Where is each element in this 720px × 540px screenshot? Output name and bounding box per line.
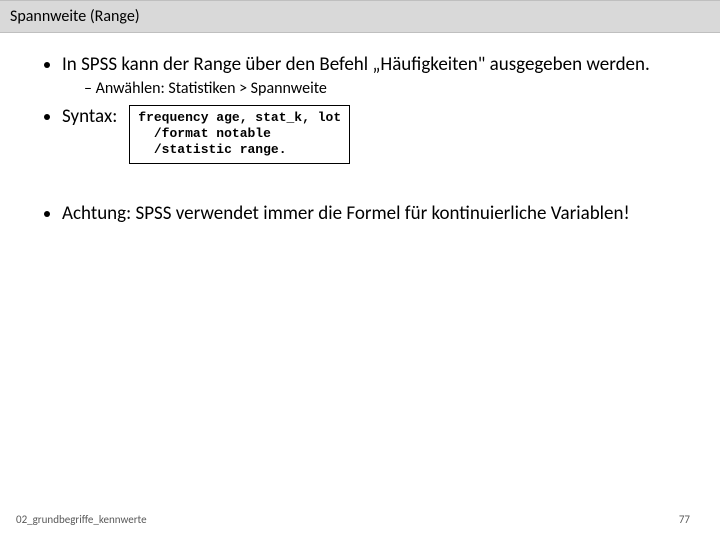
footer-left: 02_grundbegriffe_kennwerte [16, 513, 147, 526]
slide-title: Spannweite (Range) [10, 7, 140, 26]
slide-footer: 02_grundbegriffe_kennwerte 77 [0, 513, 720, 526]
sub-bullet-list: Anwählen: Statistiken > Spannweite [62, 79, 680, 99]
page-number: 77 [679, 513, 690, 526]
bullet-item: Achtung: SPSS verwendet immer die Formel… [62, 202, 680, 226]
bullet-list-2: Achtung: SPSS verwendet immer die Formel… [40, 202, 680, 226]
bullet-text: In SPSS kann der Range über den Befehl „… [62, 53, 650, 76]
bullet-item: In SPSS kann der Range über den Befehl „… [62, 53, 680, 99]
slide-content: In SPSS kann der Range über den Befehl „… [0, 33, 720, 225]
code-box: frequency age, stat_k, lot /format notab… [129, 105, 350, 164]
syntax-label: Syntax: [62, 105, 117, 129]
bullet-list: In SPSS kann der Range über den Befehl „… [40, 53, 680, 164]
sub-bullet-item: Anwählen: Statistiken > Spannweite [84, 79, 680, 99]
bullet-item-syntax: Syntax: frequency age, stat_k, lot /form… [62, 105, 680, 164]
slide-title-bar: Spannweite (Range) [0, 0, 720, 33]
